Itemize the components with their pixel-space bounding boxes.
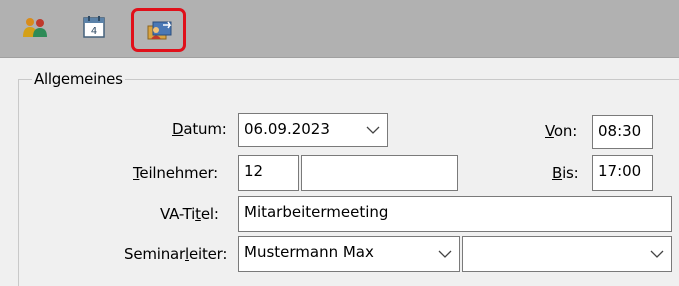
calendar-icon: 4 — [83, 16, 105, 38]
chevron-down-icon[interactable] — [643, 237, 671, 271]
svg-text:4: 4 — [91, 26, 97, 37]
seminarleiter-label: Seminarleiter: — [124, 245, 228, 263]
calendar-button[interactable]: 4 — [79, 12, 109, 42]
va-titel-input[interactable]: Mitarbeitermeeting — [238, 196, 672, 232]
bis-label: Bis: — [552, 164, 579, 182]
application-window: 4 Allgemeines Datum: 06.09.2023 Von: 08:… — [0, 0, 679, 286]
toolbar: 4 — [0, 0, 679, 58]
datum-label: Datum: — [172, 120, 227, 138]
seminar-transfer-icon — [147, 21, 171, 40]
chevron-down-icon[interactable] — [359, 114, 387, 146]
datum-value: 06.09.2023 — [244, 120, 330, 138]
people-button[interactable] — [20, 12, 50, 42]
teilnehmer-extra-input[interactable] — [301, 155, 458, 191]
seminarleiter-value: Mustermann Max — [244, 243, 374, 261]
datum-date-picker[interactable]: 06.09.2023 — [238, 113, 388, 147]
seminarleiter-dropdown[interactable]: Mustermann Max — [238, 236, 460, 272]
teilnehmer-label: Teilnehmer: — [133, 164, 219, 182]
teilnehmer-count-input[interactable]: 12 — [238, 155, 299, 191]
va-titel-label: VA-Titel: — [160, 205, 219, 223]
von-input[interactable]: 08:30 — [592, 115, 653, 149]
people-icon — [23, 18, 47, 37]
von-label: Von: — [545, 122, 578, 140]
chevron-down-icon[interactable] — [431, 237, 459, 271]
seminarleiter-secondary-dropdown[interactable] — [462, 236, 672, 272]
bis-input[interactable]: 17:00 — [592, 155, 653, 191]
seminar-transfer-button[interactable] — [131, 8, 186, 52]
group-title: Allgemeines — [32, 70, 125, 88]
